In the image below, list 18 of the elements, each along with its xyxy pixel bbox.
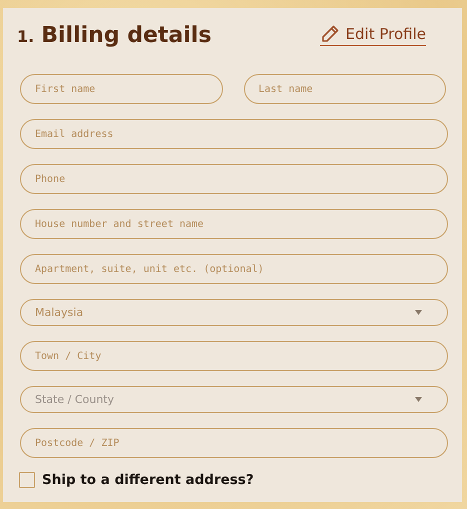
caret-icon — [415, 397, 422, 402]
text-field[interactable]: First name — [20, 74, 222, 104]
text-field[interactable]: Apartment, suite, unit etc. (optional) — [20, 254, 448, 284]
edit-profile-link[interactable]: Edit Profile — [320, 24, 426, 46]
text-field[interactable]: House number and street name — [20, 209, 448, 239]
text-field[interactable]: Postcode / ZIP — [20, 428, 448, 458]
section-number: 1. — [17, 26, 34, 46]
caret-icon — [415, 310, 422, 315]
select-field[interactable]: State / County — [20, 386, 448, 413]
pencil-icon — [320, 24, 340, 44]
text-field[interactable]: Phone — [20, 164, 448, 194]
select-field[interactable]: Malaysia — [20, 299, 448, 326]
text-field[interactable]: Last name — [244, 74, 446, 104]
text-field[interactable]: Email address — [20, 119, 448, 149]
text-field[interactable]: Town / City — [20, 341, 448, 371]
checkbox-label: Ship to a different address? — [42, 472, 254, 488]
checkbox[interactable] — [19, 472, 35, 488]
section-title: Billing details — [41, 22, 212, 48]
